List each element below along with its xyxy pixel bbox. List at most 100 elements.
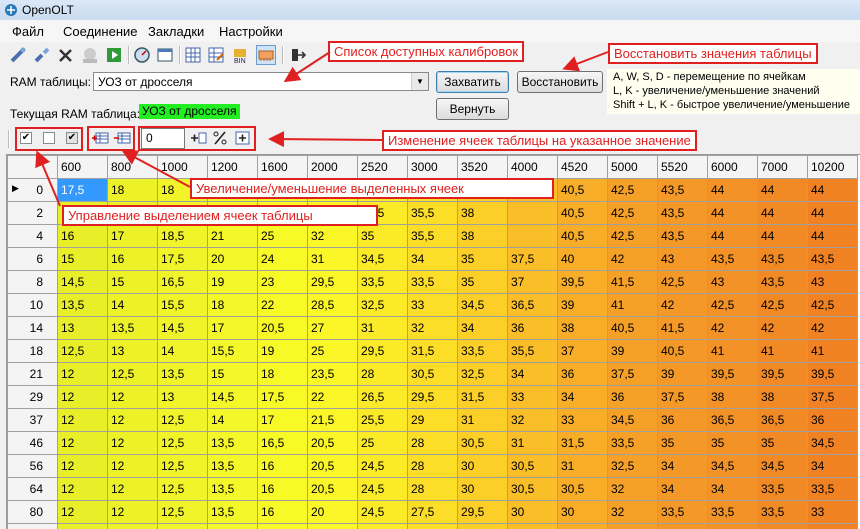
table-cell[interactable]: 24	[258, 248, 308, 271]
table-cell[interactable]: 29,5	[458, 524, 508, 529]
table-cell[interactable]: 14	[208, 409, 258, 432]
column-header[interactable]: 10200	[808, 156, 858, 179]
table-cell[interactable]: 32	[608, 478, 658, 501]
table-cell[interactable]: 12	[108, 501, 158, 524]
table-cell[interactable]: 39,5	[558, 271, 608, 294]
table-cell[interactable]: 16,5	[258, 432, 308, 455]
table-cell[interactable]: 31,5	[408, 340, 458, 363]
table-cell[interactable]: 42	[608, 248, 658, 271]
table-cell[interactable]: 14,5	[158, 317, 208, 340]
table-cell[interactable]: 28	[408, 478, 458, 501]
table-cell[interactable]: 23,5	[308, 363, 358, 386]
table-cell[interactable]: 34	[558, 386, 608, 409]
table-cell[interactable]: 28	[358, 363, 408, 386]
table-cell[interactable]: 35	[708, 432, 758, 455]
table-cell[interactable]: 43	[658, 248, 708, 271]
row-header[interactable]: 64	[8, 478, 58, 501]
table-cell[interactable]: 38	[758, 386, 808, 409]
row-header[interactable]: 98	[8, 524, 58, 529]
column-header[interactable]: 1600	[258, 156, 308, 179]
table-cell[interactable]: 37,5	[808, 386, 858, 409]
table-cell[interactable]: 39	[658, 363, 708, 386]
column-header[interactable]: 3520	[458, 156, 508, 179]
table-cell[interactable]: 12	[58, 478, 108, 501]
table-cell[interactable]: 29,5	[408, 386, 458, 409]
window-icon[interactable]	[155, 45, 175, 65]
table-cell[interactable]: 41,5	[658, 317, 708, 340]
table-cell[interactable]: 12	[108, 524, 158, 529]
table-icon[interactable]	[183, 45, 203, 65]
table-cell[interactable]: 13,5	[208, 455, 258, 478]
table-cell[interactable]: 43,5	[808, 248, 858, 271]
table-cell[interactable]: 37	[508, 271, 558, 294]
table-cell[interactable]: 31	[308, 248, 358, 271]
table-cell[interactable]: 44	[708, 225, 758, 248]
table-cell[interactable]: 13,5	[208, 432, 258, 455]
table-cell[interactable]: 32	[408, 317, 458, 340]
table-cell[interactable]: 13	[58, 317, 108, 340]
table-cell[interactable]: 32,5	[458, 363, 508, 386]
table-cell[interactable]: 29,5	[358, 340, 408, 363]
table-cell[interactable]: 42,5	[608, 202, 658, 225]
table-cell[interactable]: 35	[758, 432, 808, 455]
table-cell[interactable]: 39	[608, 340, 658, 363]
table-cell[interactable]: 15	[58, 248, 108, 271]
table-cell[interactable]: 33	[508, 386, 558, 409]
table-cell[interactable]: 44	[758, 202, 808, 225]
table-cell[interactable]: 42,5	[658, 271, 708, 294]
table-cell[interactable]: 34,5	[808, 432, 858, 455]
table-cell[interactable]: 16	[108, 248, 158, 271]
table-cell[interactable]: 44	[708, 202, 758, 225]
table-cell[interactable]: 12,5	[108, 363, 158, 386]
table-cell[interactable]: 34	[808, 455, 858, 478]
table-cell[interactable]: 14	[108, 294, 158, 317]
table-cell[interactable]: 12,5	[158, 501, 208, 524]
grid-edit-icon[interactable]	[206, 45, 226, 65]
table-cell[interactable]: 35,5	[408, 202, 458, 225]
table-cell[interactable]: 42,5	[758, 294, 808, 317]
table-cell[interactable]: 12	[58, 501, 108, 524]
capture-button[interactable]: Захватить	[436, 71, 509, 93]
table-cell[interactable]: 33,5	[758, 501, 808, 524]
table-cell[interactable]: 42	[808, 317, 858, 340]
chevron-down-icon[interactable]: ▼	[411, 73, 428, 90]
table-cell[interactable]: 36	[558, 363, 608, 386]
table-cell[interactable]: 42	[708, 317, 758, 340]
table-cell[interactable]: 16	[258, 478, 308, 501]
table-cell[interactable]: 42	[658, 294, 708, 317]
table-cell[interactable]: 20	[308, 524, 358, 529]
table-cell[interactable]: 43	[708, 271, 758, 294]
table-cell[interactable]: 37,5	[658, 386, 708, 409]
table-cell[interactable]: 30,5	[508, 478, 558, 501]
table-cell[interactable]: 33,5	[658, 501, 708, 524]
exit-icon[interactable]	[288, 45, 308, 65]
table-cell[interactable]: 32,5	[808, 524, 858, 529]
table-cell[interactable]	[508, 202, 558, 225]
table-cell[interactable]: 33	[808, 501, 858, 524]
table-cell[interactable]: 24,5	[358, 455, 408, 478]
table-cell[interactable]: 19	[208, 271, 258, 294]
table-cell[interactable]: 12	[58, 455, 108, 478]
menu-settings[interactable]: Настройки	[219, 24, 283, 39]
table-cell[interactable]: 30	[458, 455, 508, 478]
table-cell[interactable]: 44	[808, 225, 858, 248]
table-cell[interactable]: 34,5	[358, 248, 408, 271]
column-header[interactable]: 2520	[358, 156, 408, 179]
table-cell[interactable]: 30,5	[558, 478, 608, 501]
table-cell[interactable]: 13,5	[208, 524, 258, 529]
table-cell[interactable]: 20,5	[258, 317, 308, 340]
table-cell[interactable]: 13	[158, 386, 208, 409]
table-cell[interactable]: 28	[408, 432, 458, 455]
table-cell[interactable]: 41	[708, 340, 758, 363]
table-cell[interactable]: 20,5	[308, 478, 358, 501]
column-header[interactable]: 600	[58, 156, 108, 179]
table-cell[interactable]: 33,5	[708, 501, 758, 524]
table-cell[interactable]: 36,5	[708, 409, 758, 432]
table-cell[interactable]: 44	[758, 225, 808, 248]
table-cell[interactable]: 42	[758, 317, 808, 340]
ram-icon[interactable]	[256, 45, 276, 65]
table-cell[interactable]: 12	[58, 524, 108, 529]
table-cell[interactable]: 30	[508, 524, 558, 529]
table-cell[interactable]: 12	[108, 409, 158, 432]
table-cell[interactable]: 33,5	[608, 432, 658, 455]
